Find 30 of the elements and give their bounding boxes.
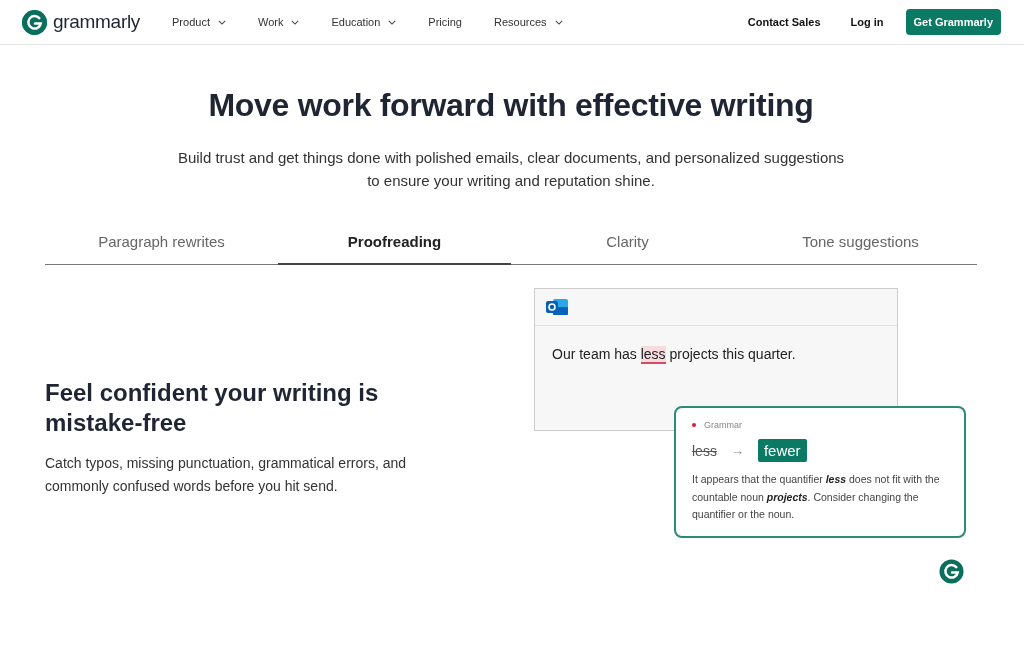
chevron-down-icon (291, 19, 300, 25)
suggestion-explanation: It appears that the quantifier less does not fit with the countable noun projects. Consider changing the quantifier or the noun. (692, 472, 941, 522)
grammarly-logo[interactable]: grammarly (22, 9, 141, 35)
chevron-down-icon (217, 19, 226, 25)
arrow-icon: → (730, 443, 744, 458)
category-dot-icon (692, 423, 696, 427)
suggestion-category: Grammar (704, 420, 742, 430)
chevron-down-icon (554, 19, 563, 25)
get-grammarly-button[interactable]: Get Grammarly (905, 9, 1001, 35)
chevron-down-icon (388, 19, 397, 25)
hero-subtitle: Build trust and get things done with polished emails, clear documents, and personalized suggestions to ensure your writing and reputation shine. (176, 148, 846, 191)
feature-heading: Feel confident your writing is mistake-free (45, 378, 380, 438)
nav-menu-item[interactable]: Work (241, 16, 316, 28)
feature-tab[interactable]: Paragraph rewrites (45, 225, 278, 265)
original-word: less (692, 442, 717, 459)
nav-menu-item[interactable]: Product (156, 16, 242, 28)
replacement-button[interactable]: fewer (757, 439, 807, 462)
hero-title: Move work forward with effective writing (207, 87, 815, 124)
feature-description: Catch typos, missing punctuation, grammatical errors, and commonly confused words before you hit send. (45, 454, 408, 496)
feature-tab[interactable]: Clarity (511, 225, 744, 265)
feature-tab[interactable]: Proofreading (278, 225, 511, 265)
log-in-link[interactable]: Log in (835, 16, 899, 28)
grammarly-badge-icon[interactable] (939, 559, 964, 584)
email-sentence: Our team has less projects this quarter. (552, 346, 797, 362)
nav-menu-item[interactable]: Resources (478, 16, 579, 28)
nav-menu-item[interactable]: Pricing (412, 16, 478, 28)
contact-sales-link[interactable]: Contact Sales (732, 16, 836, 28)
mail-app-icon (546, 297, 568, 317)
feature-tab[interactable]: Tone suggestions (744, 225, 977, 265)
nav-menu-item[interactable]: Education (315, 16, 413, 28)
